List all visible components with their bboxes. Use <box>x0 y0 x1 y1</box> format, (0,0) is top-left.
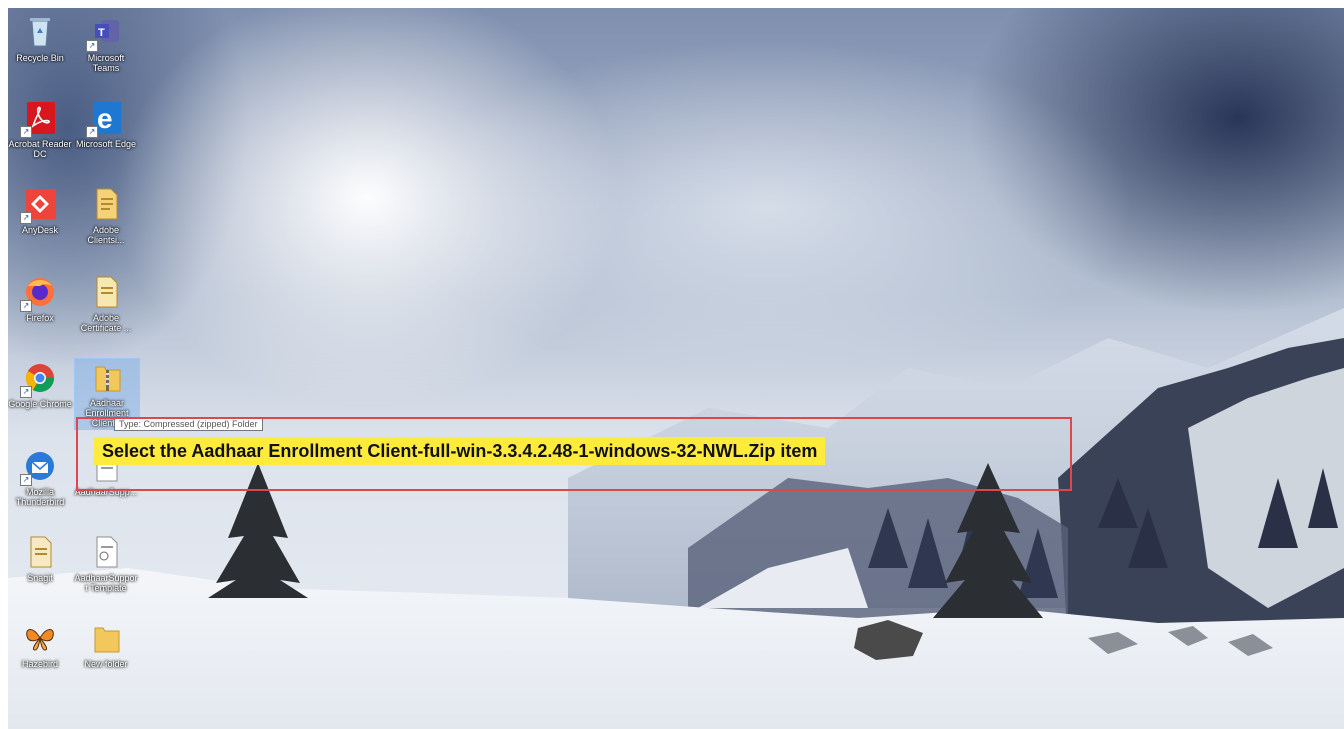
desktop-icon-hazebird[interactable]: Hazebird <box>8 620 72 669</box>
desktop-icon-adobe-clientsi[interactable]: Adobe Clientsi... <box>74 186 138 245</box>
desktop-icon-adobe-certificate[interactable]: Adobe Certificate ... <box>74 274 138 333</box>
shortcut-arrow-icon: ↗ <box>86 40 98 52</box>
thunderbird-icon: ↗ <box>20 448 57 486</box>
desktop-background: Recycle Bin T ↗ Microsoft Teams ↗ Acroba… <box>8 8 1344 729</box>
icon-label: Adobe Clientsi... <box>87 225 125 245</box>
desktop-icon-google-chrome[interactable]: ↗ Google Chrome <box>8 360 72 409</box>
desktop-icon-microsoft-teams[interactable]: T ↗ Microsoft Teams <box>74 14 138 73</box>
icon-label: AadhaarSupport Template <box>74 573 138 593</box>
icon-label: AnyDesk <box>21 225 58 235</box>
desktop-icon-snagit[interactable]: Snagit <box>8 534 72 583</box>
svg-text:T: T <box>98 27 105 39</box>
icon-label: Mozilla Thunderbird <box>15 487 65 507</box>
file-icon <box>23 534 57 570</box>
icon-label: Microsoft Edge <box>75 139 137 149</box>
edge-icon: e ↗ <box>86 100 123 138</box>
anydesk-icon: ↗ <box>20 186 57 224</box>
file-icon <box>89 186 123 222</box>
shortcut-arrow-icon: ↗ <box>20 212 32 224</box>
icon-label: Adobe Certificate ... <box>80 313 132 333</box>
shortcut-arrow-icon: ↗ <box>20 386 32 398</box>
icon-label: Google Chrome <box>8 399 72 409</box>
desktop-icon-aadhaar-template[interactable]: AadhaarSupport Template <box>74 534 138 593</box>
desktop-icon-acrobat-reader[interactable]: ↗ Acrobat Reader DC <box>8 100 72 159</box>
folder-icon <box>89 620 123 656</box>
desktop-icon-microsoft-edge[interactable]: e ↗ Microsoft Edge <box>74 100 138 149</box>
teams-icon: T ↗ <box>86 14 123 52</box>
desktop-icon-anydesk[interactable]: ↗ AnyDesk <box>8 186 72 235</box>
recycle-bin-icon <box>23 14 57 50</box>
icon-label: Acrobat Reader DC <box>8 139 72 159</box>
shortcut-arrow-icon: ↗ <box>20 474 32 486</box>
desktop-icon-new-folder[interactable]: New folder <box>74 620 138 669</box>
shortcut-arrow-icon: ↗ <box>20 126 32 138</box>
file-icon <box>89 534 123 570</box>
icon-label: Snagit <box>27 573 53 583</box>
wallpaper-landscape <box>8 308 1344 729</box>
acrobat-icon: ↗ <box>20 100 57 138</box>
icon-label: Recycle Bin <box>16 53 64 63</box>
icon-label: Microsoft Teams <box>87 53 125 73</box>
firefox-icon: ↗ <box>20 274 57 312</box>
shortcut-arrow-icon: ↗ <box>20 300 32 312</box>
desktop-icon-mozilla-thunderbird[interactable]: ↗ Mozilla Thunderbird <box>8 448 72 507</box>
desktop-icon-firefox[interactable]: ↗ Firefox <box>8 274 72 323</box>
file-icon <box>89 274 123 310</box>
instruction-banner: Select the Aadhaar Enrollment Client-ful… <box>94 437 826 465</box>
zip-folder-icon <box>90 359 124 395</box>
icon-label: Hazebird <box>21 659 59 669</box>
butterfly-icon <box>23 620 57 656</box>
icon-label: Firefox <box>26 313 54 323</box>
chrome-icon: ↗ <box>20 360 57 398</box>
desktop-icon-recycle-bin[interactable]: Recycle Bin <box>8 14 72 63</box>
icon-label: New folder <box>84 659 128 669</box>
shortcut-arrow-icon: ↗ <box>86 126 98 138</box>
svg-text:e: e <box>97 103 113 134</box>
